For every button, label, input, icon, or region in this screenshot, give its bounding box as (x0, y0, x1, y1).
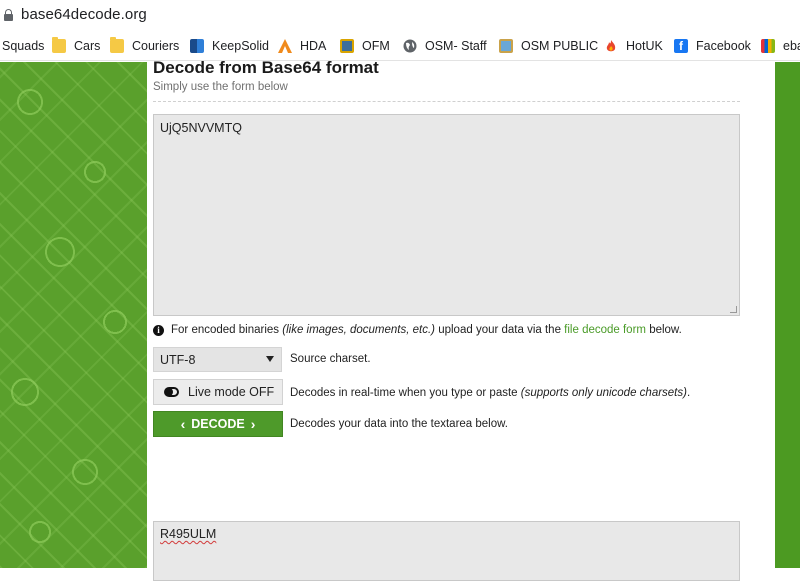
address-bar[interactable]: base64decode.org (0, 0, 800, 31)
bookmark-label: KeepSolid (212, 39, 269, 53)
decode-button[interactable]: ‹ DECODE › (153, 411, 283, 437)
info-text-middle: upload your data via the (435, 324, 565, 336)
resize-handle-icon[interactable] (730, 306, 737, 313)
bookmark-ebay[interactable]: eba (761, 38, 800, 54)
url-text[interactable]: base64decode.org (21, 6, 147, 23)
folder-icon (52, 37, 66, 53)
globe-icon (403, 39, 417, 53)
hda-icon (278, 39, 292, 53)
info-text-suffix: below. (646, 324, 682, 336)
dropdown-arrow-icon (266, 356, 274, 362)
live-mode-desc-prefix: Decodes in real-time when you type or pa… (290, 387, 521, 399)
info-icon: i (153, 324, 164, 336)
charset-select[interactable]: UTF-8 (153, 347, 282, 372)
bookmark-squads[interactable]: Squads (2, 38, 44, 54)
file-decode-link[interactable]: file decode form (564, 324, 646, 336)
flame-icon (604, 39, 618, 53)
live-mode-label: Live mode OFF (188, 385, 275, 399)
decode-description: Decodes your data into the textarea belo… (290, 418, 509, 430)
charset-description: Source charset. (290, 353, 371, 365)
bookmark-label: HDA (300, 39, 327, 53)
bookmark-facebook[interactable]: f Facebook (674, 38, 751, 54)
lock-icon[interactable] (4, 9, 13, 21)
live-mode-button[interactable]: Live mode OFF (153, 379, 283, 405)
input-text: UjQ5NVVMTQ (160, 121, 242, 135)
bookmark-osm-public[interactable]: OSM PUBLIC (499, 38, 598, 54)
live-mode-description: Decodes in real-time when you type or pa… (290, 387, 690, 399)
info-text-italic: (like images, documents, etc.) (282, 324, 436, 336)
ebay-icon (761, 39, 775, 53)
bookmarks-bar: Squads Cars Couriers KeepSolid HDA OFM O… (0, 31, 800, 61)
decorative-green-right (775, 62, 800, 568)
bookmark-keepsolid[interactable]: KeepSolid (190, 38, 269, 54)
page-title: Decode from Base64 format (153, 58, 379, 77)
bookmark-hda[interactable]: HDA (278, 38, 326, 54)
decode-label: DECODE (191, 417, 245, 431)
live-mode-desc-italic: (supports only unicode charsets) (520, 387, 687, 399)
bookmark-osm-staff[interactable]: OSM- Staff (403, 38, 487, 54)
osm-public-icon (499, 39, 513, 53)
bookmark-label: eba (783, 39, 800, 53)
bookmark-label: Facebook (696, 39, 751, 53)
charset-value: UTF-8 (160, 353, 196, 367)
main-content: Decode from Base64 format Simply use the… (147, 58, 775, 581)
input-textarea[interactable]: UjQ5NVVMTQ (153, 114, 740, 316)
bookmark-label: HotUK (626, 39, 663, 53)
bookmark-label: OSM- Staff (425, 39, 487, 53)
keepsolid-icon (190, 39, 204, 53)
bookmark-label: Cars (74, 39, 101, 53)
live-mode-desc-suffix: . (686, 387, 691, 399)
page-subtitle: Simply use the form below (153, 81, 288, 93)
facebook-icon: f (674, 39, 688, 53)
info-text-prefix: For encoded binaries (171, 324, 280, 336)
bookmark-label: Couriers (132, 39, 180, 53)
bookmark-hotuk[interactable]: HotUK (604, 38, 663, 54)
ofm-icon (340, 39, 354, 53)
chevron-left-icon: ‹ (180, 416, 186, 432)
bookmark-cars[interactable]: Cars (52, 37, 101, 54)
toggle-off-icon (164, 387, 179, 397)
info-line: i For encoded binaries (like images, doc… (153, 324, 682, 336)
output-textarea[interactable]: R495ULM (153, 521, 740, 581)
folder-icon (110, 37, 124, 53)
chevron-right-icon: › (250, 416, 256, 432)
bookmark-label: OSM PUBLIC (521, 39, 599, 53)
decorative-pattern-left (0, 62, 147, 568)
output-text: R495ULM (160, 527, 217, 541)
divider (153, 101, 740, 102)
bookmark-ofm[interactable]: OFM (340, 38, 390, 54)
bookmark-label: Squads (2, 39, 45, 53)
bookmark-label: OFM (362, 39, 390, 53)
bookmark-couriers[interactable]: Couriers (110, 37, 180, 54)
web-page: Decode from Base64 format Simply use the… (0, 58, 800, 581)
